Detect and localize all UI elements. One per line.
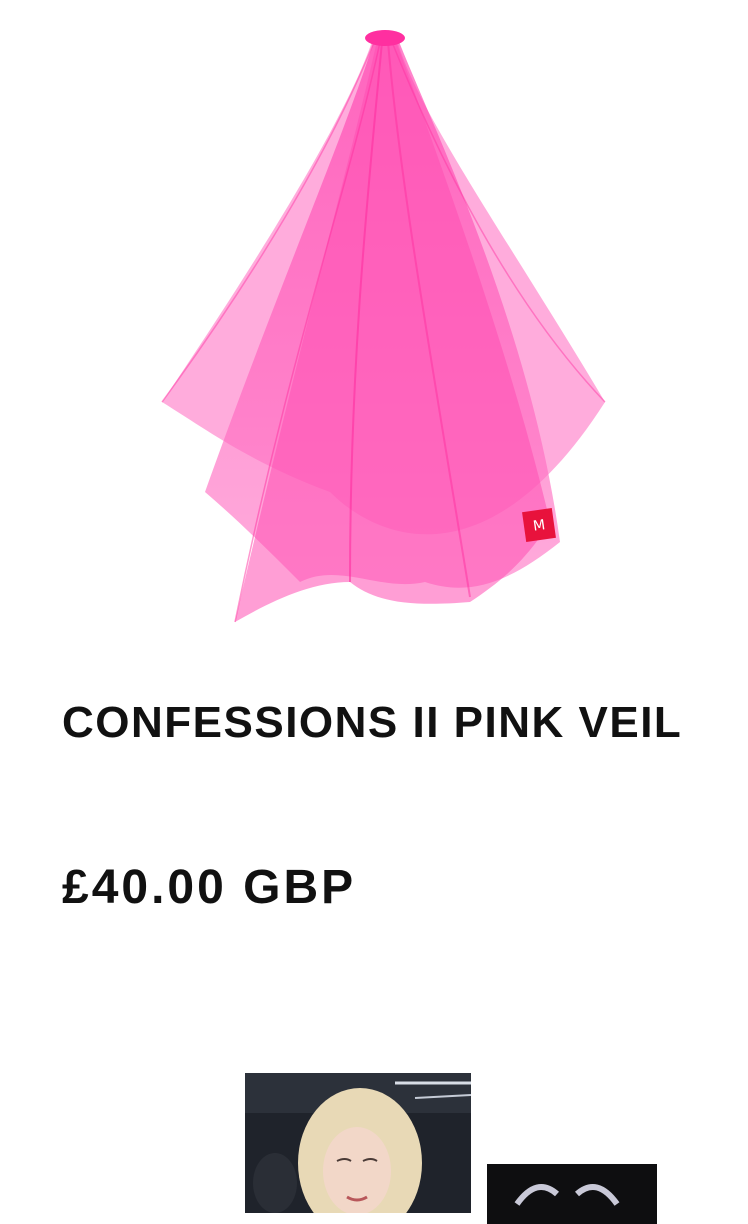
related-item-photo[interactable] <box>245 1073 471 1213</box>
product-price: £40.00 GBP <box>62 861 357 914</box>
pink-veil-image: M <box>161 30 606 623</box>
product-title: CONFESSIONS II PINK VEIL <box>62 698 683 747</box>
portrait-photo <box>245 1073 471 1213</box>
product-image[interactable]: M <box>150 22 620 642</box>
related-item-photo[interactable] <box>484 1161 657 1224</box>
product-photo <box>487 1164 657 1224</box>
svg-text:M: M <box>532 517 546 535</box>
